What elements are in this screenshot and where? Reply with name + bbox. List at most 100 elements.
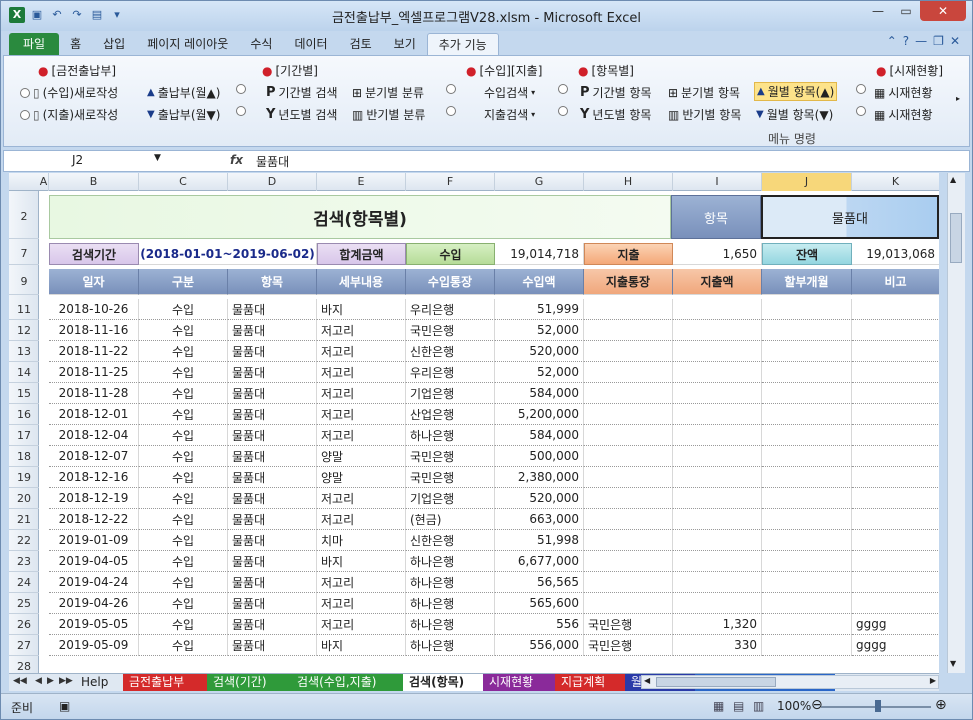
radio-icon[interactable] [446, 106, 456, 116]
table-cell[interactable] [584, 320, 673, 341]
table-cell[interactable] [584, 530, 673, 551]
table-cell[interactable] [673, 488, 762, 509]
table-cell[interactable]: 500,000 [495, 446, 584, 467]
balance-label[interactable]: 잔액 [762, 243, 852, 265]
table-header-cell[interactable]: 비고 [852, 269, 939, 295]
name-box-dropdown-icon[interactable]: ▼ [154, 153, 161, 163]
table-cell[interactable]: 물품대 [228, 362, 317, 383]
table-cell[interactable]: 저고리 [317, 362, 406, 383]
table-cell[interactable]: gggg [852, 635, 939, 656]
help-icon[interactable]: ? [903, 34, 909, 48]
table-cell[interactable]: 2018-12-16 [49, 467, 139, 488]
table-cell[interactable]: 2018-11-28 [49, 383, 139, 404]
table-cell[interactable]: 556 [495, 614, 584, 635]
table-cell[interactable]: 바지 [317, 299, 406, 320]
sheet-tab[interactable]: 검색(항목) [403, 674, 483, 691]
table-cell[interactable] [762, 572, 852, 593]
table-cell[interactable] [673, 362, 762, 383]
table-cell[interactable]: 수입 [139, 530, 228, 551]
column-header-c[interactable]: C [139, 173, 228, 191]
table-header-cell[interactable]: 수입통장 [406, 269, 495, 295]
table-cell[interactable]: 520,000 [495, 488, 584, 509]
table-cell[interactable]: gggg [852, 614, 939, 635]
table-cell[interactable]: 국민은행 [584, 614, 673, 635]
column-header-k[interactable]: K [852, 173, 939, 191]
row-header[interactable]: 15 [9, 383, 39, 404]
table-header-cell[interactable]: 세부내용 [317, 269, 406, 295]
table-cell[interactable]: 물품대 [228, 467, 317, 488]
scroll-up-icon[interactable]: ▲ [950, 175, 956, 184]
table-cell[interactable]: 저고리 [317, 488, 406, 509]
ledger-month-up-button[interactable]: ▲ 출납부(월▲) [147, 84, 220, 101]
table-cell[interactable]: 국민은행 [584, 635, 673, 656]
radio-icon[interactable] [856, 106, 866, 116]
cash-status-button[interactable]: ▦ 시재현황 [874, 84, 933, 101]
table-cell[interactable]: 우리은행 [406, 299, 495, 320]
row-header[interactable]: 25 [9, 593, 39, 614]
period-value[interactable]: (2018-01-01~2019-06-02) [139, 243, 317, 265]
table-cell[interactable] [852, 446, 939, 467]
table-cell[interactable] [762, 614, 852, 635]
tab-insert[interactable]: 삽입 [92, 33, 136, 55]
table-cell[interactable]: 물품대 [228, 593, 317, 614]
quarter-class-button[interactable]: ⊞ 분기별 분류 [352, 84, 424, 101]
column-header-h[interactable]: H [584, 173, 673, 191]
expense-label[interactable]: 지출 [584, 243, 673, 265]
radio-icon[interactable] [446, 84, 456, 94]
horizontal-scrollbar[interactable]: ◀ ▶ [641, 675, 939, 689]
row-header[interactable]: 9 [9, 269, 39, 295]
row-header[interactable]: 24 [9, 572, 39, 593]
table-header-cell[interactable]: 항목 [228, 269, 317, 295]
page-break-view-icon[interactable]: ▥ [753, 699, 764, 713]
doc-restore-icon[interactable]: ❐ [933, 34, 944, 48]
row-header[interactable]: 21 [9, 509, 39, 530]
table-cell[interactable]: 2018-12-01 [49, 404, 139, 425]
table-cell[interactable]: 2018-12-07 [49, 446, 139, 467]
table-cell[interactable] [673, 446, 762, 467]
table-cell[interactable] [673, 341, 762, 362]
sheet-tab[interactable]: 검색(기간) [207, 674, 291, 691]
row-header[interactable]: 2 [9, 195, 39, 239]
column-header-d[interactable]: D [228, 173, 317, 191]
table-cell[interactable]: 저고리 [317, 320, 406, 341]
table-cell[interactable] [762, 467, 852, 488]
insert-function-icon[interactable]: fx [230, 153, 243, 167]
table-cell[interactable]: 수입 [139, 404, 228, 425]
table-cell[interactable]: 2018-11-25 [49, 362, 139, 383]
table-cell[interactable] [762, 530, 852, 551]
table-cell[interactable]: 663,000 [495, 509, 584, 530]
next-sheet-icon[interactable]: ▶ [47, 676, 54, 686]
row-header[interactable]: 14 [9, 362, 39, 383]
zoom-slider-knob[interactable] [875, 700, 881, 712]
table-cell[interactable]: 2018-12-04 [49, 425, 139, 446]
table-cell[interactable]: 수입 [139, 572, 228, 593]
first-sheet-icon[interactable]: ◀◀ [13, 676, 27, 686]
table-cell[interactable]: 하나은행 [406, 593, 495, 614]
table-cell[interactable]: (현금) [406, 509, 495, 530]
table-cell[interactable] [762, 404, 852, 425]
year-search-button[interactable]: Y 년도별 검색 [266, 106, 337, 123]
table-cell[interactable] [852, 551, 939, 572]
table-cell[interactable] [673, 572, 762, 593]
sheet-tab[interactable]: Help [75, 674, 123, 691]
table-cell[interactable]: 저고리 [317, 593, 406, 614]
sheet-tab[interactable]: 금전출납부 [123, 674, 207, 691]
sheet-tab[interactable]: 시재현황 [483, 674, 555, 691]
row-header[interactable]: 16 [9, 404, 39, 425]
table-cell[interactable]: 저고리 [317, 509, 406, 530]
table-cell[interactable]: 수입 [139, 593, 228, 614]
expense-new-button[interactable]: ▯ (지출)새로작성 [20, 106, 118, 123]
table-cell[interactable] [584, 467, 673, 488]
table-cell[interactable]: 330 [673, 635, 762, 656]
table-cell[interactable]: 국민은행 [406, 320, 495, 341]
table-cell[interactable] [673, 509, 762, 530]
table-cell[interactable]: 584,000 [495, 383, 584, 404]
table-cell[interactable]: 2,380,000 [495, 467, 584, 488]
row-header[interactable]: 27 [9, 635, 39, 656]
table-cell[interactable] [852, 341, 939, 362]
table-cell[interactable] [584, 383, 673, 404]
table-cell[interactable]: 바지 [317, 551, 406, 572]
table-cell[interactable]: 하나은행 [406, 425, 495, 446]
table-cell[interactable]: 51,998 [495, 530, 584, 551]
month-item-down-button[interactable]: ▼ 월별 항목(▼) [756, 106, 833, 123]
